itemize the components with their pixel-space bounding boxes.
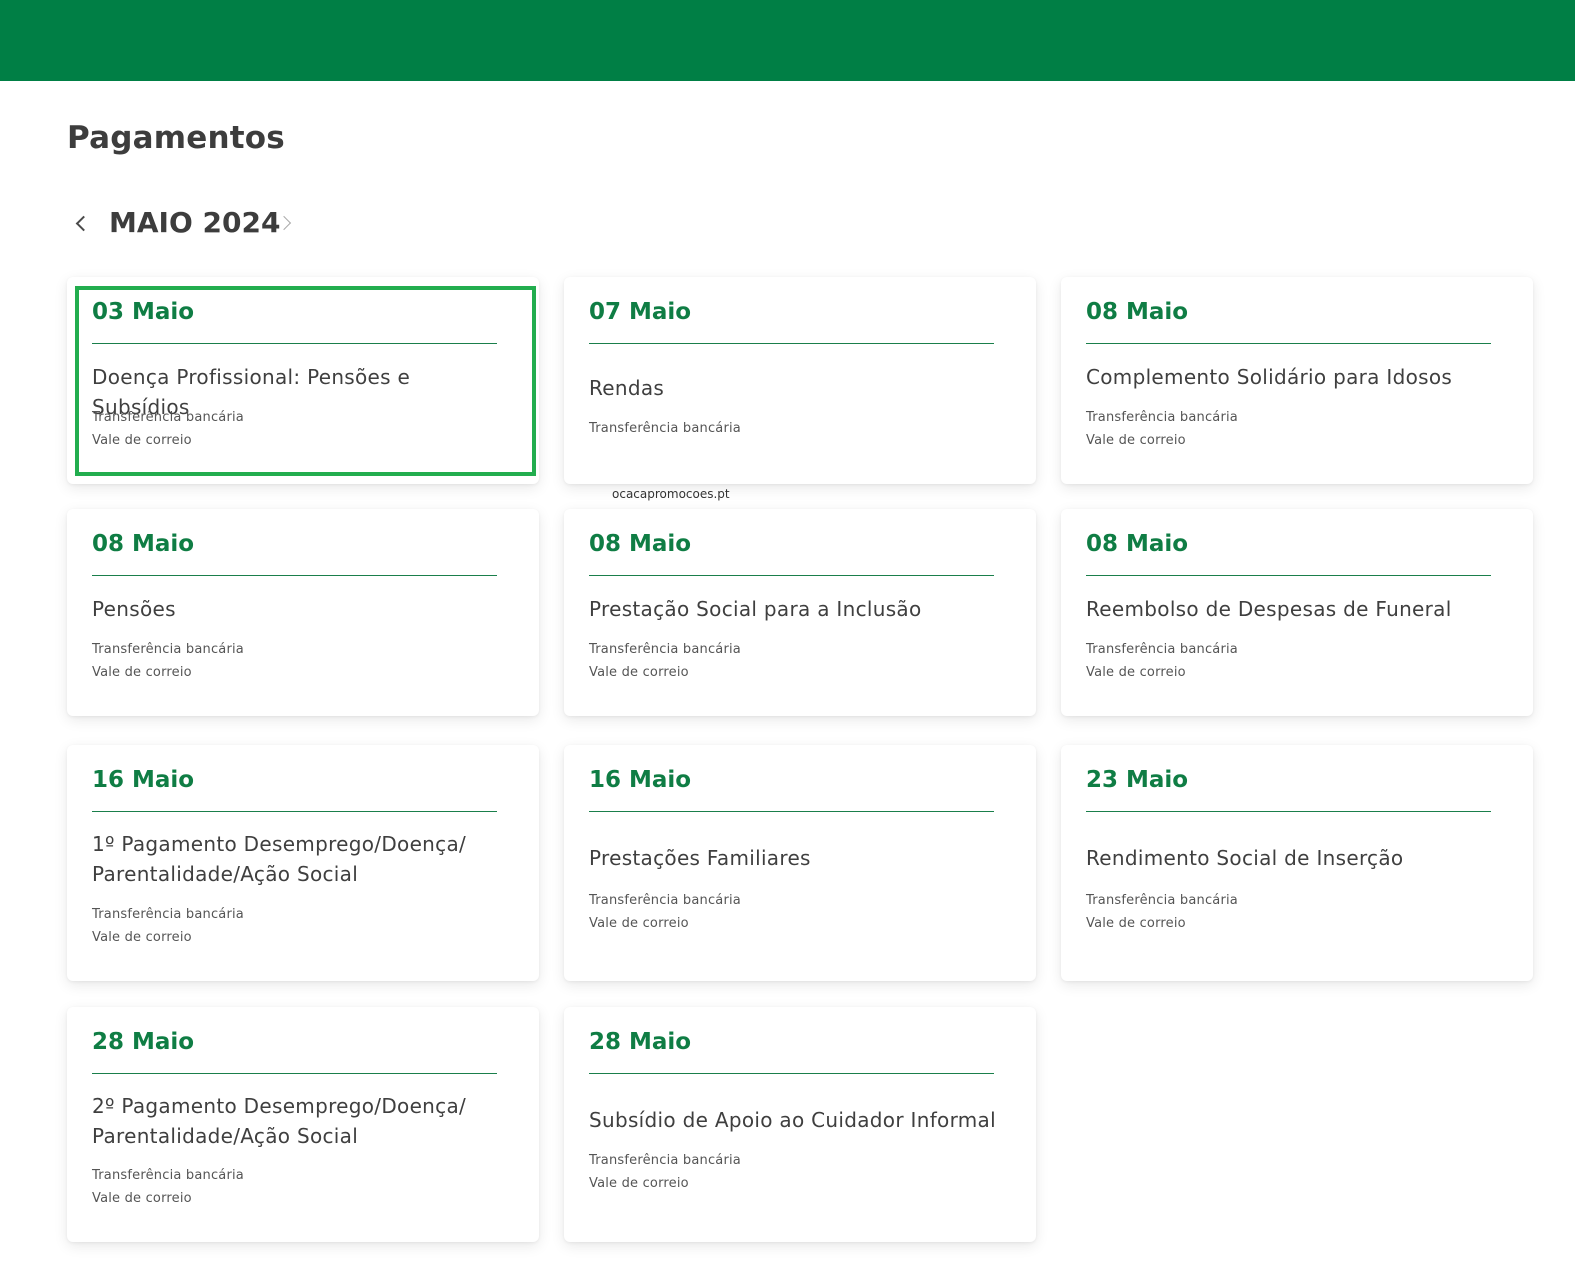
current-month-label: MAIO 2024: [109, 206, 281, 239]
payment-title: Prestação Social para a Inclusão: [589, 597, 922, 621]
payment-methods: Transferência bancária Vale de correio: [92, 1164, 244, 1210]
payment-card[interactable]: 03 Maio Doença Profissional: Pensões e Su…: [67, 277, 539, 484]
card-divider: [92, 811, 497, 812]
payment-method: Transferência bancária: [1086, 410, 1238, 425]
payment-date: 08 Maio: [1086, 299, 1189, 325]
top-bar: [0, 0, 1575, 81]
payment-date: 28 Maio: [589, 1029, 692, 1055]
payment-title: 2º Pagamento Desemprego/Doença/ Parental…: [92, 1094, 467, 1148]
payment-title: Subsídio de Apoio ao Cuidador Informal: [589, 1108, 996, 1132]
payment-title: Rendas: [589, 376, 665, 400]
payment-date: 08 Maio: [1086, 531, 1189, 557]
payment-method: Transferência bancária: [1086, 642, 1238, 657]
payment-date: 08 Maio: [589, 531, 692, 557]
payment-method: Vale de correio: [589, 665, 689, 680]
card-divider: [92, 343, 497, 344]
payment-methods: Transferência bancária Vale de correio: [92, 638, 244, 684]
chevron-right-icon: [276, 215, 292, 231]
payment-method: Vale de correio: [589, 1176, 689, 1191]
payment-title: 1º Pagamento Desemprego/Doença/ Parental…: [92, 832, 467, 886]
payment-card[interactable]: 23 Maio Rendimento Social de Inserção Tran…: [1061, 745, 1533, 981]
payment-card[interactable]: 08 Maio Reembolso de Despesas de Funeral T…: [1061, 509, 1533, 716]
card-divider: [589, 343, 994, 344]
payment-method: Vale de correio: [589, 916, 689, 931]
payment-date: 16 Maio: [589, 767, 692, 793]
payment-methods: Transferência bancária Vale de correio: [1086, 406, 1238, 452]
payment-method: Transferência bancária: [589, 1153, 741, 1168]
payment-method: Vale de correio: [92, 930, 192, 945]
card-divider: [1086, 575, 1491, 576]
card-divider: [1086, 343, 1491, 344]
payment-methods: Transferência bancária Vale de correio: [1086, 638, 1238, 684]
next-month-button[interactable]: [272, 208, 300, 238]
chevron-left-icon: [75, 215, 91, 231]
payment-method: Vale de correio: [92, 1191, 192, 1206]
card-divider: [589, 811, 994, 812]
payment-methods: Transferência bancária Vale de correio: [92, 406, 244, 452]
payment-methods: Transferência bancária Vale de correio: [589, 889, 741, 935]
payment-method: Transferência bancária: [589, 421, 741, 436]
payment-method: Transferência bancária: [92, 642, 244, 657]
payment-date: 28 Maio: [92, 1029, 195, 1055]
payment-method: Vale de correio: [92, 665, 192, 680]
card-divider: [92, 575, 497, 576]
payment-method: Transferência bancária: [589, 893, 741, 908]
previous-month-button[interactable]: [67, 208, 95, 238]
payment-date: 23 Maio: [1086, 767, 1189, 793]
card-divider: [1086, 811, 1491, 812]
payment-date: 03 Maio: [92, 299, 195, 325]
payment-method: Vale de correio: [1086, 665, 1186, 680]
payment-card[interactable]: 16 Maio Prestações Familiares Transferênci…: [564, 745, 1036, 981]
payment-method: Transferência bancária: [92, 907, 244, 922]
payment-card[interactable]: 08 Maio Pensões Transferência bancária Vale…: [67, 509, 539, 716]
page-title: Pagamentos: [67, 120, 285, 156]
watermark-text: ocacapromocoes.pt: [612, 487, 730, 501]
payment-methods: Transferência bancária: [589, 417, 741, 440]
payment-date: 08 Maio: [92, 531, 195, 557]
payment-card[interactable]: 07 Maio Rendas Transferência bancária: [564, 277, 1036, 484]
payment-method: Vale de correio: [1086, 433, 1186, 448]
payment-title: Complemento Solidário para Idosos: [1086, 365, 1453, 389]
payment-method: Transferência bancária: [92, 1168, 244, 1183]
month-navigator: MAIO 2024: [67, 200, 327, 246]
payment-method: Vale de correio: [1086, 916, 1186, 931]
payment-title: Rendimento Social de Inserção: [1086, 846, 1404, 870]
payment-card[interactable]: 28 Maio Subsídio de Apoio ao Cuidador Inf…: [564, 1007, 1036, 1242]
payment-title: Pensões: [92, 597, 176, 621]
payment-methods: Transferência bancária Vale de correio: [589, 638, 741, 684]
payment-method: Transferência bancária: [92, 410, 244, 425]
payment-methods: Transferência bancária Vale de correio: [589, 1149, 741, 1195]
card-divider: [92, 1073, 497, 1074]
payment-method: Vale de correio: [92, 433, 192, 448]
card-divider: [589, 1073, 994, 1074]
payment-method: Transferência bancária: [589, 642, 741, 657]
payment-methods: Transferência bancária Vale de correio: [92, 903, 244, 949]
payment-date: 16 Maio: [92, 767, 195, 793]
payment-card[interactable]: 16 Maio 1º Pagamento Desemprego/Doença/ P…: [67, 745, 539, 981]
payment-method: Transferência bancária: [1086, 893, 1238, 908]
card-divider: [589, 575, 994, 576]
payment-card[interactable]: 08 Maio Prestação Social para a Inclusão T…: [564, 509, 1036, 716]
payment-date: 07 Maio: [589, 299, 692, 325]
payment-title: Reembolso de Despesas de Funeral: [1086, 597, 1452, 621]
payment-card[interactable]: 08 Maio Complemento Solidário para Idosos…: [1061, 277, 1533, 484]
payment-title: Prestações Familiares: [589, 846, 811, 870]
payment-methods: Transferência bancária Vale de correio: [1086, 889, 1238, 935]
payment-card[interactable]: 28 Maio 2º Pagamento Desemprego/Doença/ P…: [67, 1007, 539, 1242]
